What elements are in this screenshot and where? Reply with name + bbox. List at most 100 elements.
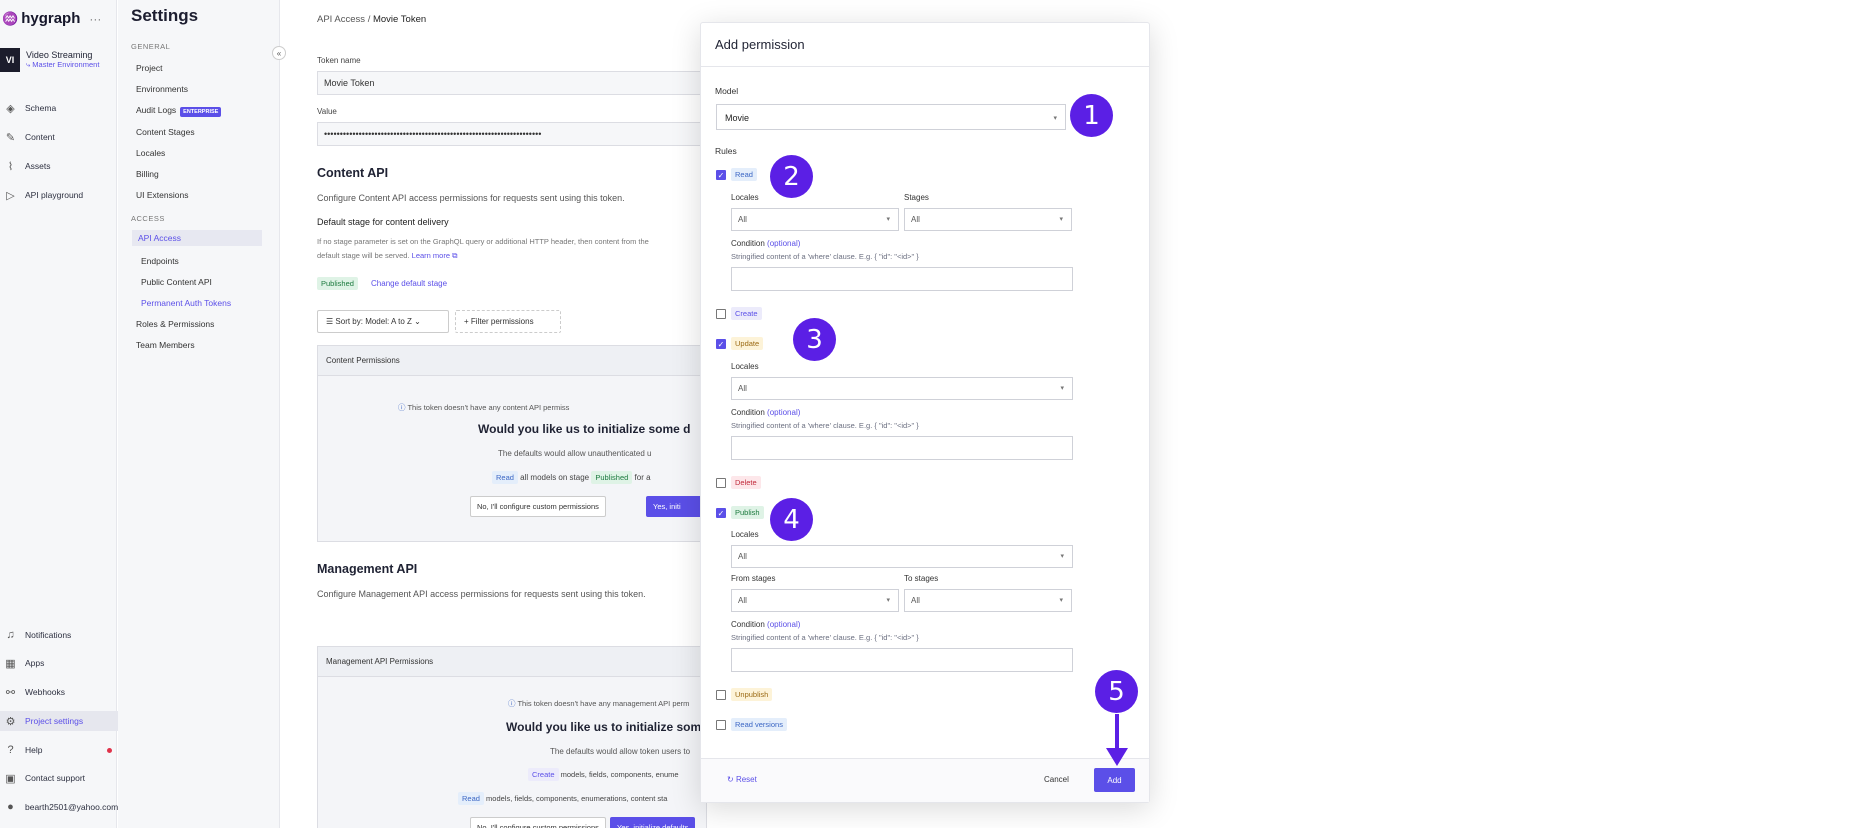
user-avatar: ● bbox=[7, 801, 14, 813]
hygraph-logo[interactable]: ♒ hygraph ··· bbox=[2, 10, 101, 27]
more-icon[interactable]: ··· bbox=[89, 12, 101, 26]
settings-item-ui-extensions[interactable]: UI Extensions bbox=[136, 190, 188, 200]
info-icon: ⓘ bbox=[398, 403, 406, 412]
mgmt-configure-custom-button[interactable]: No, I'll configure custom permissions bbox=[470, 817, 606, 828]
cancel-button[interactable]: Cancel bbox=[1044, 775, 1069, 784]
play-icon: ▷ bbox=[6, 189, 15, 202]
read-condition-label: Condition (optional) bbox=[731, 239, 801, 248]
nav-item-schema[interactable]: ◈ Schema bbox=[0, 98, 56, 118]
update-condition-hint: Stringified content of a 'where' clause.… bbox=[731, 421, 919, 430]
nav-item-api-playground[interactable]: ▷ API playground bbox=[0, 185, 83, 205]
settings-item-billing[interactable]: Billing bbox=[136, 169, 159, 179]
settings-item-audit-logs[interactable]: Audit Logs ENTERPRISE bbox=[136, 105, 222, 117]
token-value-field[interactable]: ••••••••••••••••••••••••••••••••••••••••… bbox=[317, 122, 707, 146]
read-condition-input[interactable] bbox=[731, 267, 1073, 291]
nav-item-webhooks[interactable]: ⚯ Webhooks bbox=[0, 682, 65, 702]
create-checkbox[interactable] bbox=[716, 309, 726, 319]
nav-item-help[interactable]: ? Help bbox=[0, 740, 42, 760]
nav-item-user[interactable]: ● bearth2501@yahoo.com bbox=[0, 797, 118, 817]
read-locales-select[interactable]: All ▾ bbox=[731, 208, 899, 231]
nav-item-apps[interactable]: ▦ Apps bbox=[0, 653, 44, 673]
default-stage-title: Default stage for content delivery bbox=[317, 217, 449, 227]
settings-item-roles-permissions[interactable]: Roles & Permissions bbox=[136, 319, 214, 329]
update-condition-input[interactable] bbox=[731, 436, 1073, 460]
publish-from-stages-select[interactable]: All ▾ bbox=[731, 589, 899, 612]
settings-item-team-members[interactable]: Team Members bbox=[136, 340, 195, 350]
annotation-5: 5 bbox=[1095, 670, 1138, 713]
publish-condition-input[interactable] bbox=[731, 648, 1073, 672]
publish-to-stages-select[interactable]: All ▾ bbox=[904, 589, 1072, 612]
settings-item-locales[interactable]: Locales bbox=[136, 148, 165, 158]
update-locales-select[interactable]: All ▾ bbox=[731, 377, 1073, 400]
mgmt-create-row: Create models, fields, components, enume bbox=[528, 768, 679, 781]
help-icon: ? bbox=[7, 744, 14, 756]
settings-item-permanent-auth-tokens[interactable]: Permanent Auth Tokens bbox=[141, 298, 231, 308]
settings-item-environments[interactable]: Environments bbox=[136, 84, 188, 94]
breadcrumb-api-access[interactable]: API Access bbox=[317, 14, 365, 25]
settings-sidebar: Settings GENERAL Project Environments Au… bbox=[118, 0, 280, 828]
sort-dropdown[interactable]: ☰ Sort by: Model: A to Z ⌄ bbox=[317, 310, 449, 333]
modal-title: Add permission bbox=[701, 23, 1149, 67]
model-select[interactable]: Movie ▾ bbox=[716, 104, 1066, 130]
chevron-down-icon: ▾ bbox=[886, 216, 890, 223]
info-icon: ⓘ bbox=[508, 699, 516, 708]
init-defaults-button[interactable]: Yes, initi bbox=[646, 496, 706, 517]
read-versions-tag: Read versions bbox=[731, 718, 787, 731]
mgmt-api-title: Management API bbox=[317, 562, 418, 576]
unpublish-checkbox[interactable] bbox=[716, 690, 726, 700]
chevron-down-icon: ▾ bbox=[1053, 115, 1057, 122]
read-stages-select[interactable]: All ▾ bbox=[904, 208, 1072, 231]
annotation-3: 3 bbox=[793, 318, 836, 361]
add-button[interactable]: Add bbox=[1094, 768, 1135, 792]
update-checkbox[interactable]: ✓ bbox=[716, 339, 726, 349]
publish-locales-select[interactable]: All ▾ bbox=[731, 545, 1073, 568]
default-stage-row: Published Change default stage bbox=[317, 277, 447, 290]
mgmt-init-defaults-button[interactable]: Yes, initialize defaults bbox=[610, 817, 696, 828]
schema-icon: ◈ bbox=[6, 102, 15, 115]
publish-checkbox[interactable]: ✓ bbox=[716, 508, 726, 518]
logo-icon: ♒ bbox=[2, 10, 19, 26]
learn-more-link[interactable]: Learn more bbox=[412, 251, 450, 260]
read-versions-checkbox[interactable] bbox=[716, 720, 726, 730]
project-name: Video Streaming bbox=[26, 50, 93, 60]
update-tag: Update bbox=[731, 337, 764, 350]
nav-item-assets[interactable]: ⌇ Assets bbox=[0, 156, 51, 176]
nav-item-notifications[interactable]: ♫ Notifications bbox=[0, 625, 71, 645]
read-tag: Read bbox=[731, 168, 757, 181]
chevron-down-icon: ▾ bbox=[886, 597, 890, 604]
delete-tag: Delete bbox=[731, 476, 761, 489]
mgmt-permissions-header: Management API Permissions bbox=[318, 647, 706, 677]
enterprise-badge: ENTERPRISE bbox=[180, 107, 222, 117]
webhooks-icon: ⚯ bbox=[5, 686, 16, 699]
settings-item-public-content-api[interactable]: Public Content API bbox=[141, 277, 212, 287]
nav-item-content[interactable]: ✎ Content bbox=[0, 127, 55, 147]
rules-label: Rules bbox=[715, 146, 737, 156]
settings-item-endpoints[interactable]: Endpoints bbox=[141, 256, 179, 266]
defaults-example: Read all models on stage Published for a bbox=[492, 471, 651, 484]
chevron-down-icon: ▾ bbox=[1060, 553, 1064, 560]
nav-item-project-settings[interactable]: ⚙ Project settings bbox=[0, 711, 118, 731]
nav-item-contact-support[interactable]: ▣ Contact support bbox=[0, 768, 85, 788]
token-name-input[interactable]: Movie Token bbox=[317, 71, 707, 95]
model-label: Model bbox=[715, 86, 739, 96]
annotation-arrow-icon bbox=[1106, 714, 1128, 766]
project-switcher[interactable]: VI Video Streaming ⤷ Master Environment bbox=[0, 48, 99, 72]
settings-item-api-access[interactable]: API Access bbox=[132, 230, 262, 246]
change-default-stage-link[interactable]: Change default stage bbox=[371, 279, 447, 288]
settings-title: Settings bbox=[131, 6, 199, 25]
content-permissions-panel: Content Permissions ⓘ This token doesn't… bbox=[317, 345, 707, 542]
chevron-down-icon: ▾ bbox=[1059, 597, 1063, 604]
content-icon: ✎ bbox=[5, 131, 16, 144]
help-notification-dot bbox=[107, 748, 112, 753]
filter-permissions-button[interactable]: + Filter permissions bbox=[455, 310, 561, 333]
annotation-1: 1 bbox=[1070, 94, 1113, 137]
publish-to-stages-label: To stages bbox=[904, 574, 939, 583]
reset-button[interactable]: ↻ Reset bbox=[727, 775, 757, 784]
publish-condition-label: Condition (optional) bbox=[731, 620, 801, 629]
bell-icon: ♫ bbox=[6, 629, 15, 641]
read-checkbox[interactable]: ✓ bbox=[716, 170, 726, 180]
settings-item-content-stages[interactable]: Content Stages bbox=[136, 127, 195, 137]
delete-checkbox[interactable] bbox=[716, 478, 726, 488]
configure-custom-button[interactable]: No, I'll configure custom permissions bbox=[470, 496, 606, 517]
settings-item-project[interactable]: Project bbox=[136, 63, 162, 73]
